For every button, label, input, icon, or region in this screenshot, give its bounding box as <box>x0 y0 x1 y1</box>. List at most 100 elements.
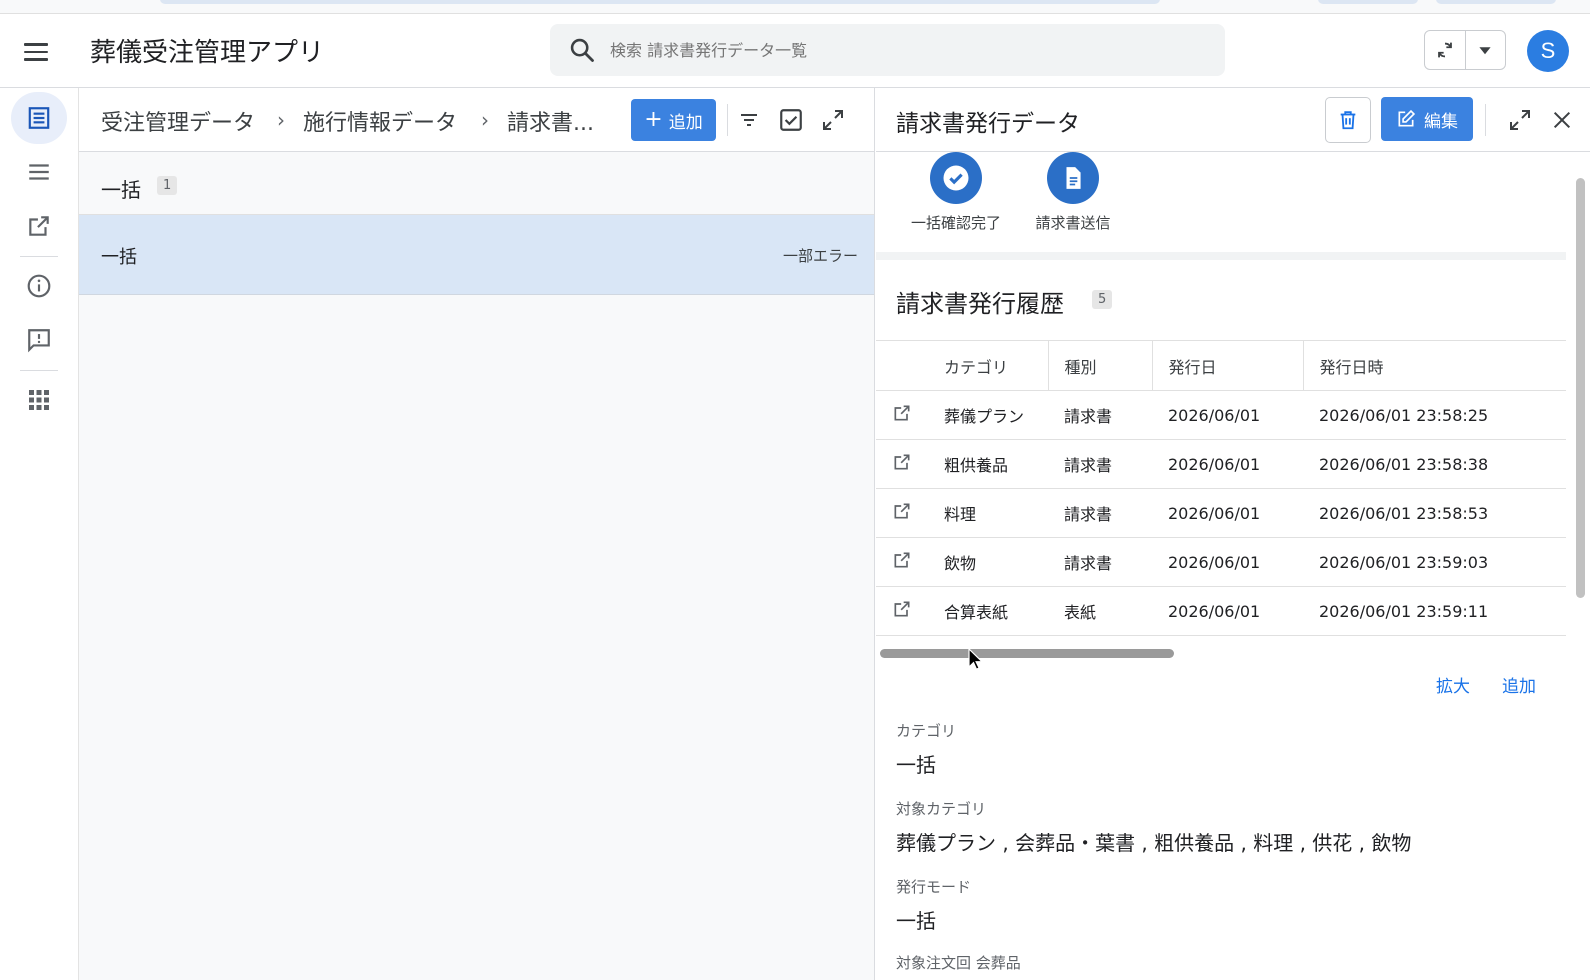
search-bar[interactable] <box>550 24 1225 76</box>
field-issue-mode: 発行モード 一括 <box>896 876 971 934</box>
rail-menu[interactable] <box>11 146 67 198</box>
external-link-icon <box>29 216 49 236</box>
table-cell: 請求書 <box>1048 390 1152 440</box>
add-link[interactable]: 追加 <box>1502 672 1536 697</box>
external-link-icon[interactable] <box>892 403 912 423</box>
table-cell: 2026/06/01 <box>1152 439 1303 489</box>
add-button[interactable]: + 追加 <box>631 99 716 141</box>
divider <box>727 104 728 136</box>
table-cell: 葬儀プラン <box>928 390 1048 440</box>
breadcrumb-item[interactable]: 施行情報データ <box>303 105 457 137</box>
table-header-cell[interactable]: 発行日時 <box>1302 340 1566 391</box>
expand-button[interactable] <box>819 106 847 134</box>
group-title: 一括 <box>101 178 141 202</box>
edit-button[interactable]: 編集 <box>1381 97 1473 141</box>
open-record-cell[interactable] <box>876 537 928 587</box>
table-cell: 請求書 <box>1048 537 1152 587</box>
close-icon <box>1553 111 1571 129</box>
table-cell: 請求書 <box>1048 439 1152 489</box>
feedback-icon <box>28 329 50 353</box>
history-count-badge: 5 <box>1092 290 1113 309</box>
app-title: 葬儀受注管理アプリ <box>90 38 325 68</box>
send-invoice-action[interactable]: 請求書送信 <box>1008 152 1138 233</box>
table-header-cell[interactable]: 種別 <box>1047 340 1152 391</box>
search-input[interactable] <box>610 40 1170 60</box>
list-item[interactable]: 一括 一部エラー <box>79 215 874 295</box>
field-category: カテゴリ 一括 <box>896 720 956 778</box>
list-panel-header: 受注管理データ › 施行情報データ › 請求書... + 追加 <box>79 88 874 152</box>
table-cell: 2026/06/01 23:58:38 <box>1303 439 1566 489</box>
rail-divider <box>20 370 58 371</box>
vertical-scrollbar[interactable] <box>1576 178 1586 608</box>
top-strip-pill <box>1436 0 1556 4</box>
list-panel: 受注管理データ › 施行情報データ › 請求書... + 追加 一括 1 一括 … <box>79 88 875 980</box>
document-icon <box>1047 152 1099 204</box>
edit-button-label: 編集 <box>1424 111 1458 132</box>
table-header-cell[interactable]: カテゴリ <box>928 340 1048 391</box>
scrollbar-thumb[interactable] <box>880 649 1174 658</box>
open-record-cell[interactable] <box>876 586 928 636</box>
expand-link[interactable]: 拡大 <box>1436 672 1470 697</box>
table-cell: 合算表紙 <box>928 586 1048 636</box>
table-cell: 2026/06/01 <box>1152 390 1303 440</box>
rail-feedback[interactable] <box>11 314 67 366</box>
mouse-cursor-icon <box>968 648 984 670</box>
section-divider <box>876 252 1566 260</box>
filter-icon <box>741 114 757 126</box>
breadcrumb-item[interactable]: 受注管理データ <box>101 105 255 137</box>
rail-info[interactable] <box>11 260 67 312</box>
apps-grid-icon <box>29 390 49 410</box>
table-cell: 2026/06/01 <box>1152 488 1303 538</box>
action-label: 一括確認完了 <box>910 214 1001 232</box>
list-icon <box>29 164 49 180</box>
open-record-cell[interactable] <box>876 439 928 489</box>
table-header-cell[interactable]: 発行日 <box>1151 340 1303 391</box>
table-row[interactable]: 葬儀プラン 請求書 2026/06/01 2026/06/01 23:58:25 <box>876 390 1566 440</box>
expand-detail-button[interactable] <box>1506 106 1534 134</box>
delete-button[interactable] <box>1325 97 1371 143</box>
check-circle-icon <box>930 152 982 204</box>
table-cell: 請求書 <box>1048 488 1152 538</box>
group-header[interactable]: 一括 1 <box>79 152 874 215</box>
avatar[interactable]: S <box>1527 30 1569 72</box>
table-row[interactable]: 合算表紙 表紙 2026/06/01 2026/06/01 23:59:11 <box>876 586 1566 636</box>
rail-open-external[interactable] <box>11 200 67 252</box>
info-icon <box>27 274 51 298</box>
refresh-button[interactable] <box>1425 31 1466 69</box>
rail-apps[interactable] <box>11 374 67 426</box>
close-button[interactable] <box>1548 106 1576 134</box>
bulk-confirm-action[interactable]: 一括確認完了 <box>891 152 1021 233</box>
list-item-title: 一括 <box>101 247 137 268</box>
field-value: 一括 <box>896 909 936 933</box>
detail-header: 請求書発行データ 編集 <box>876 88 1590 152</box>
top-strip-pill <box>160 0 1160 4</box>
detail-title: 請求書発行データ <box>896 111 1080 137</box>
table-row[interactable]: 粗供養品 請求書 2026/06/01 2026/06/01 23:58:38 <box>876 439 1566 489</box>
external-link-icon[interactable] <box>892 599 912 619</box>
open-record-cell[interactable] <box>876 390 928 440</box>
divider <box>1485 104 1486 136</box>
table-cell: 料理 <box>928 488 1048 538</box>
table-row[interactable]: 料理 請求書 2026/06/01 2026/06/01 23:58:53 <box>876 488 1566 538</box>
external-link-icon[interactable] <box>892 501 912 521</box>
refresh-dropdown-button[interactable] <box>1466 31 1506 69</box>
table-header-row: カテゴリ 種別 発行日 発行日時 <box>876 340 1566 391</box>
expand-icon <box>823 110 843 130</box>
external-link-icon[interactable] <box>892 452 912 472</box>
external-link-icon[interactable] <box>892 550 912 570</box>
search-icon <box>570 38 594 62</box>
plus-icon: + <box>644 107 663 132</box>
field-label: 対象カテゴリ <box>896 800 987 818</box>
rail-list-view[interactable] <box>11 92 67 144</box>
browser-top-strip <box>0 0 1590 14</box>
open-record-cell[interactable] <box>876 488 928 538</box>
scrollbar-thumb[interactable] <box>1576 178 1585 598</box>
menu-icon[interactable] <box>18 34 54 70</box>
table-row[interactable]: 飲物 請求書 2026/06/01 2026/06/01 23:59:03 <box>876 537 1566 587</box>
select-mode-button[interactable] <box>777 106 805 134</box>
table-cell: 粗供養品 <box>928 439 1048 489</box>
history-links: 拡大 追加 <box>1436 672 1536 697</box>
checkbox-icon <box>780 109 802 131</box>
filter-button[interactable] <box>735 106 763 134</box>
table-cell: 2026/06/01 23:58:53 <box>1303 488 1566 538</box>
